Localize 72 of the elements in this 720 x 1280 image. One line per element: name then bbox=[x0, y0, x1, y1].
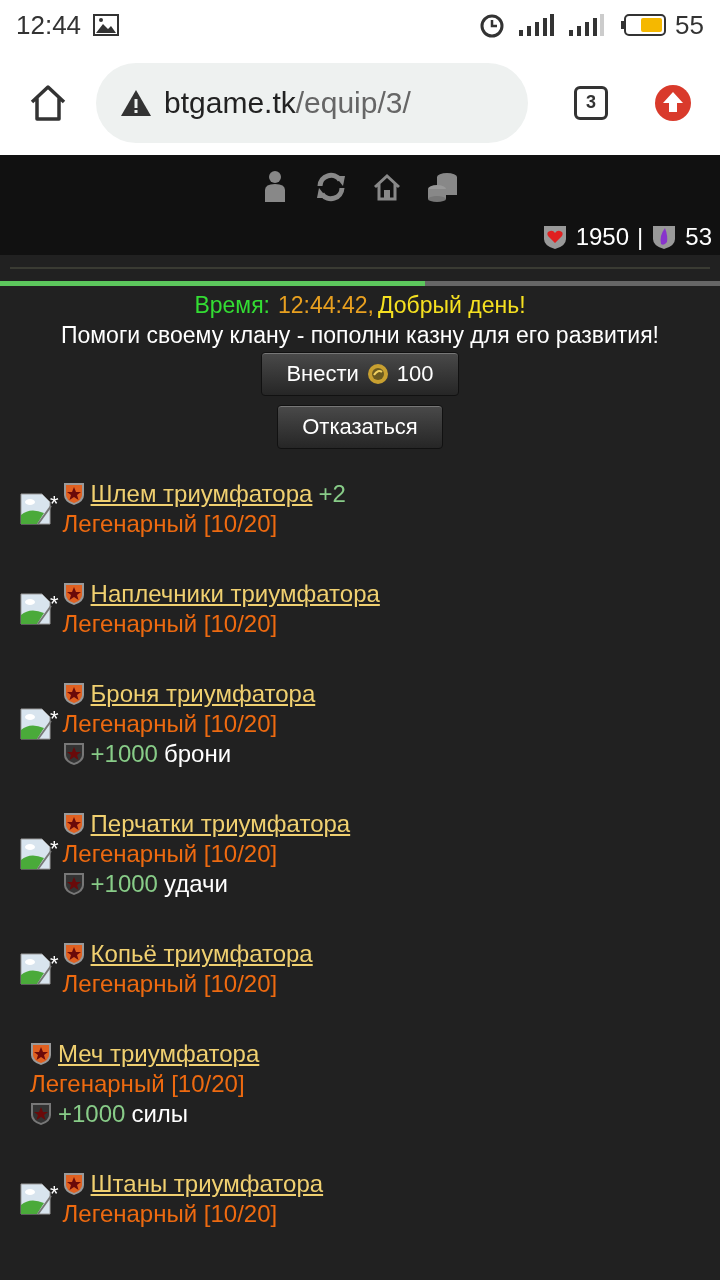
broken-image-icon bbox=[20, 493, 52, 525]
flame-shield-icon bbox=[651, 224, 678, 250]
item-link[interactable]: Шлем триумфатора bbox=[90, 479, 313, 509]
home-icon[interactable] bbox=[28, 83, 68, 122]
asterisk-mark: * bbox=[50, 1183, 59, 1205]
rarity-text: Легенарный [10/20] bbox=[62, 509, 279, 539]
asterisk-mark: * bbox=[50, 838, 59, 860]
warning-icon bbox=[120, 88, 152, 117]
heart-shield-icon bbox=[541, 224, 568, 250]
battery-icon bbox=[621, 13, 668, 37]
shield-icon bbox=[62, 482, 85, 506]
item-link[interactable]: Наплечники триумфатора bbox=[90, 579, 380, 609]
stat-label: брони bbox=[163, 739, 232, 769]
item-link[interactable]: Меч триумфатора bbox=[58, 1039, 260, 1069]
clan-message: Помоги своему клану - пополни казну для его развития! bbox=[61, 321, 659, 350]
address-bar[interactable]: btgame.tk/equip/3/ bbox=[96, 62, 528, 143]
shield-icon bbox=[62, 742, 85, 766]
asterisk-mark: * bbox=[50, 953, 59, 975]
coin-icon bbox=[366, 363, 389, 385]
shield-icon bbox=[62, 942, 85, 966]
stat-value: +1000 bbox=[90, 869, 158, 899]
rarity-text: Легенарный [10/20] bbox=[62, 1199, 279, 1229]
deposit-button[interactable]: Внести 100 bbox=[261, 352, 459, 396]
stat-label: удачи bbox=[163, 869, 228, 899]
broken-image-icon bbox=[20, 593, 52, 625]
asterisk-mark: * bbox=[50, 708, 59, 730]
stat-label: силы bbox=[131, 1099, 189, 1129]
refresh-icon[interactable] bbox=[315, 172, 347, 202]
clock-time: 12:44 bbox=[16, 8, 82, 42]
battery-percent: 55 bbox=[675, 8, 704, 42]
upgrade-level: +2 bbox=[318, 479, 346, 509]
item-link[interactable]: Броня триумфатора bbox=[90, 679, 316, 709]
stat-value: +1000 bbox=[58, 1099, 126, 1129]
resource-value: 1950 bbox=[575, 222, 630, 252]
signal-icon bbox=[517, 12, 556, 38]
shield-icon bbox=[62, 812, 85, 836]
asterisk-mark: * bbox=[50, 593, 59, 615]
rarity-text: Легенарный [10/20] bbox=[62, 609, 279, 639]
url-host: btgame.tk bbox=[164, 86, 296, 119]
shield-icon bbox=[62, 872, 85, 896]
shield-icon bbox=[30, 1042, 52, 1066]
shield-icon bbox=[62, 582, 85, 606]
resource-value: 53 bbox=[685, 222, 712, 252]
greeting-text: Добрый день! bbox=[377, 291, 526, 320]
rarity-text: Легенарный [10/20] bbox=[62, 839, 279, 869]
asterisk-mark: * bbox=[50, 493, 59, 515]
broken-image-icon bbox=[20, 708, 52, 740]
shield-icon bbox=[62, 1172, 85, 1196]
decline-button[interactable]: Отказаться bbox=[277, 405, 443, 449]
home-icon[interactable] bbox=[373, 173, 401, 201]
item-link[interactable]: Копьё триумфатора bbox=[90, 939, 313, 969]
rarity-text: Легенарный [10/20] bbox=[30, 1069, 246, 1099]
separator-text: | bbox=[637, 222, 644, 252]
broken-image-icon bbox=[20, 953, 52, 985]
item-link[interactable]: Перчатки триумфатора bbox=[90, 809, 351, 839]
broken-image-icon bbox=[20, 1183, 52, 1215]
tab-count-button[interactable]: 3 bbox=[574, 85, 608, 120]
rarity-text: Легенарный [10/20] bbox=[62, 709, 279, 739]
shield-icon bbox=[30, 1102, 52, 1126]
signal-icon bbox=[567, 12, 606, 38]
time-value: 12:44:42, bbox=[278, 291, 374, 320]
broken-image-icon bbox=[20, 838, 52, 870]
stat-value: +1000 bbox=[90, 739, 158, 769]
shield-icon bbox=[62, 682, 85, 706]
upload-icon[interactable] bbox=[654, 83, 692, 122]
coins-icon[interactable] bbox=[427, 171, 459, 203]
url-path: /equip/3/ bbox=[295, 86, 411, 119]
time-label: Время: bbox=[194, 291, 270, 320]
item-link[interactable]: Штаны триумфатора bbox=[90, 1169, 324, 1199]
alarm-icon bbox=[479, 12, 506, 38]
image-icon bbox=[93, 14, 120, 36]
rarity-text: Легенарный [10/20] bbox=[62, 969, 279, 999]
